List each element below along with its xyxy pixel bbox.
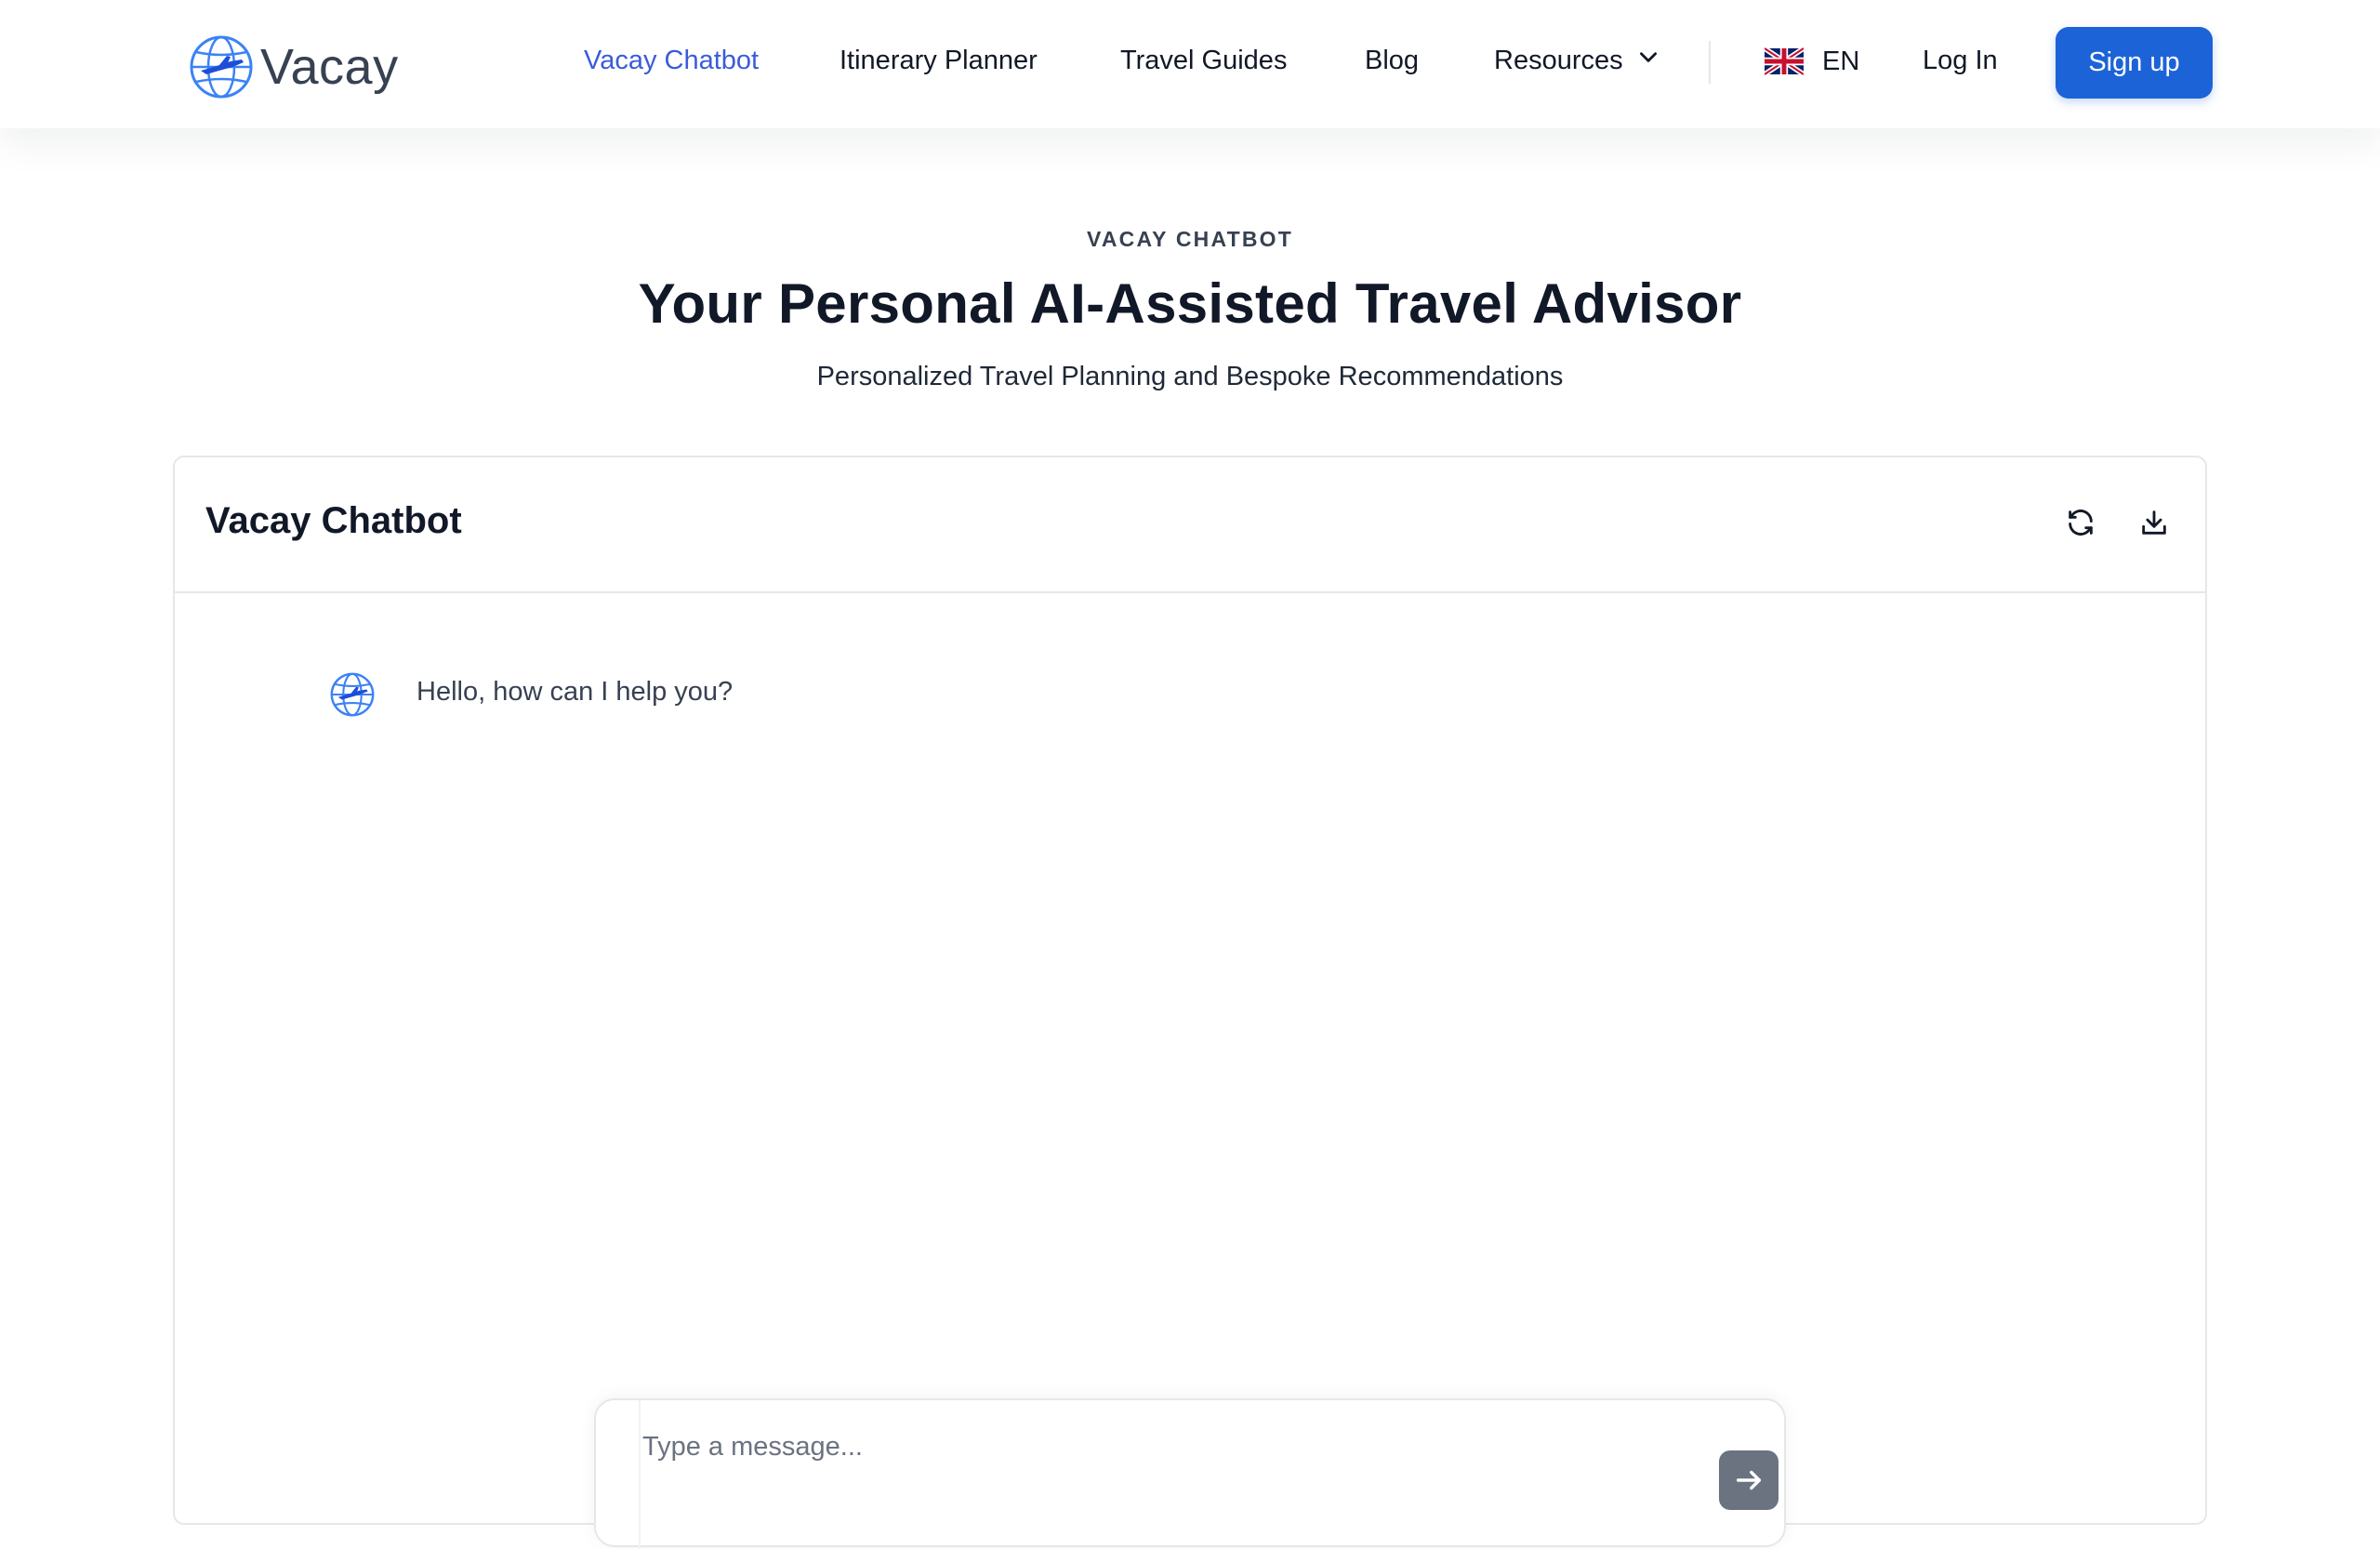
language-selector[interactable]: EN	[1765, 45, 1859, 78]
send-button[interactable]	[1719, 1450, 1778, 1510]
page-title: Your Personal AI-Assisted Travel Advisor	[638, 272, 1742, 335]
uk-flag-icon	[1765, 47, 1822, 75]
globe-airplane-icon	[329, 671, 376, 718]
nav-vacay-chatbot[interactable]: Vacay Chatbot	[584, 42, 759, 79]
globe-airplane-icon	[188, 33, 255, 100]
bot-message: Hello, how can I help you?	[329, 671, 733, 718]
nav-divider	[1709, 41, 1711, 84]
download-button[interactable]	[2135, 504, 2173, 541]
signup-button[interactable]: Sign up	[2056, 27, 2213, 99]
logo[interactable]: Vacay	[188, 33, 399, 100]
message-input[interactable]	[641, 1419, 1673, 1475]
chevron-down-icon	[1623, 45, 1660, 76]
refresh-icon	[2065, 507, 2096, 538]
language-code: EN	[1822, 46, 1860, 76]
nav-blog[interactable]: Blog	[1365, 42, 1419, 79]
brand-name: Vacay	[260, 39, 399, 95]
site-header: Vacay Vacay Chatbot Itinerary Planner Tr…	[0, 0, 2380, 128]
chatbot-card: Vacay Chatbot Hello, how can I help you?…	[173, 456, 2207, 1549]
refresh-button[interactable]	[2062, 504, 2099, 541]
page-eyebrow: VACAY CHATBOT	[1087, 227, 1293, 251]
chatbot-card-header: Vacay Chatbot	[175, 457, 2205, 593]
arrow-right-icon	[1733, 1464, 1765, 1496]
message-composer	[594, 1398, 1786, 1549]
bot-message-text: Hello, how can I help you?	[416, 677, 734, 707]
nav-resources-label: Resources	[1494, 45, 1623, 75]
download-icon	[2138, 507, 2170, 538]
login-link[interactable]: Log In	[1923, 42, 1998, 79]
nav-itinerary-planner[interactable]: Itinerary Planner	[840, 42, 1038, 79]
page-subtitle: Personalized Travel Planning and Bespoke…	[816, 362, 1564, 391]
chatbot-title: Vacay Chatbot	[205, 500, 462, 541]
nav-travel-guides[interactable]: Travel Guides	[1120, 42, 1287, 79]
nav-resources-dropdown[interactable]: Resources	[1494, 42, 1660, 79]
